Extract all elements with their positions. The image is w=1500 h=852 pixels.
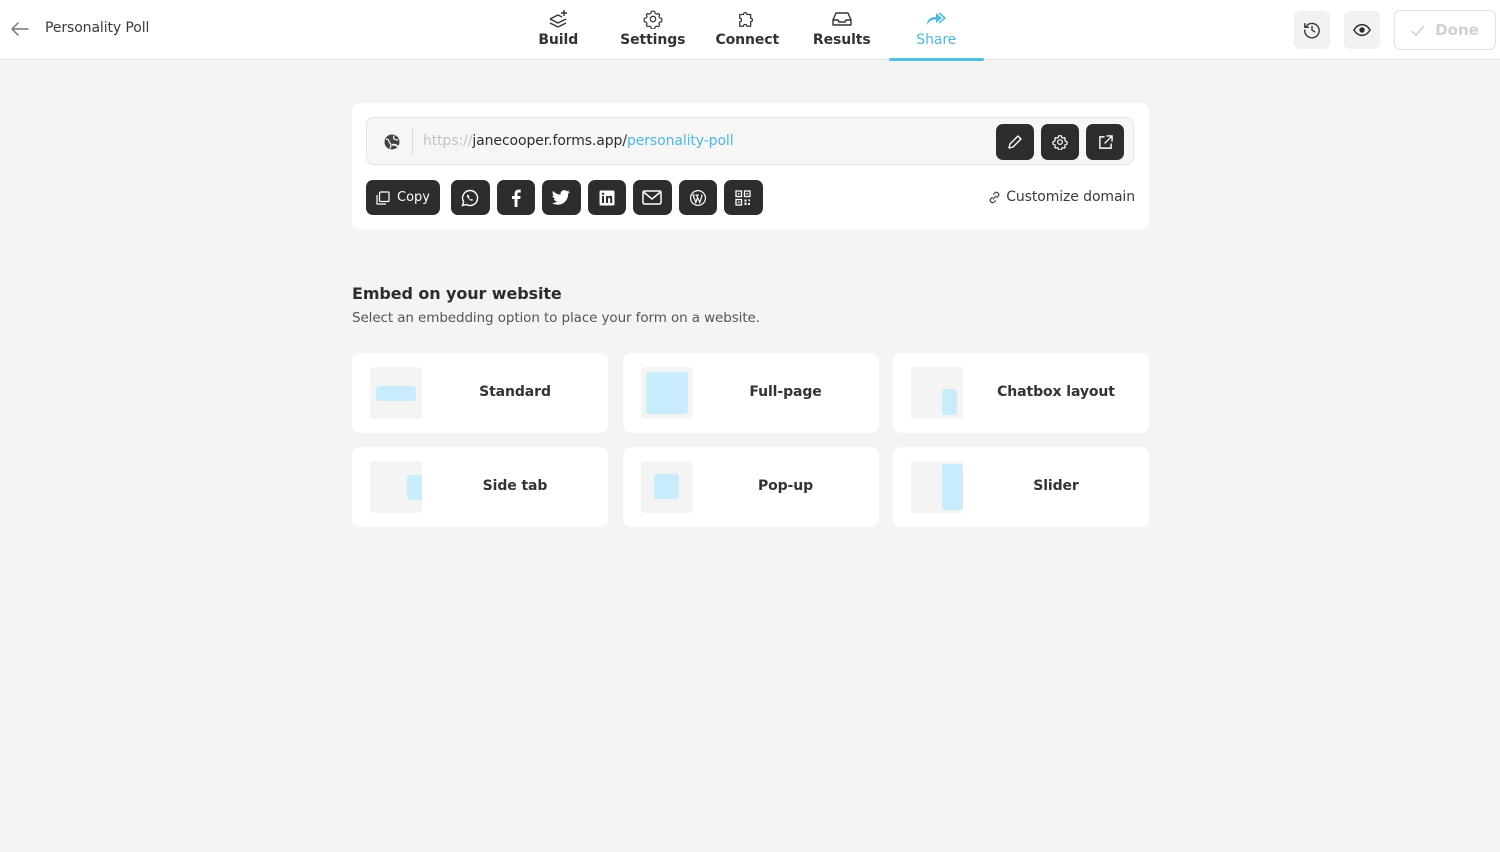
tab-connect[interactable]: Connect [700, 0, 795, 60]
share-whatsapp-button[interactable] [451, 180, 490, 215]
slider-layout-icon [911, 461, 963, 513]
facebook-icon [511, 189, 521, 207]
link-icon [989, 191, 1000, 203]
share-email-button[interactable] [633, 180, 672, 215]
twitter-icon [552, 190, 570, 205]
tab-build[interactable]: Build [511, 0, 606, 60]
puzzle-icon [736, 9, 758, 29]
embed-option-label: Full-page [749, 384, 822, 400]
wordpress-icon [689, 189, 706, 206]
full-page-layout-icon [640, 367, 693, 419]
embed-section-subtitle: Select an embedding option to place your… [352, 310, 760, 326]
url-divider [412, 128, 413, 155]
customize-domain-label: Customize domain [1006, 189, 1135, 205]
history-button[interactable] [1294, 11, 1330, 49]
copy-icon [376, 190, 390, 205]
embed-option-label: Side tab [482, 478, 548, 494]
email-icon [642, 190, 662, 205]
external-link-icon [1098, 134, 1113, 149]
copy-link-button[interactable]: Copy [366, 180, 440, 215]
pop-up-layout-icon [640, 461, 693, 513]
done-label: Done [1435, 21, 1479, 39]
embed-option-standard[interactable]: Standard [352, 353, 608, 433]
gear-icon [642, 9, 664, 29]
qr-code-icon [735, 189, 751, 206]
embed-option-pop-up[interactable]: Pop-up [622, 447, 879, 527]
embed-option-label: Pop-up [757, 478, 814, 494]
share-qr-code-button[interactable] [724, 180, 763, 215]
copy-label: Copy [397, 190, 430, 205]
layers-plus-icon [547, 9, 569, 29]
tab-label: Build [538, 32, 579, 48]
url-slug[interactable]: personality-poll [627, 133, 734, 149]
url-protocol: https:// [423, 133, 473, 149]
embed-option-chatbox[interactable]: Chatbox layout [893, 353, 1149, 433]
form-url-field[interactable]: https://janecooper.forms.app/personality… [366, 117, 1134, 165]
tab-label: Connect [715, 32, 780, 48]
share-twitter-button[interactable] [542, 180, 581, 215]
share-forward-icon [925, 9, 947, 29]
url-domain: janecooper.forms.app/ [472, 133, 627, 149]
preview-button[interactable] [1344, 11, 1380, 49]
embed-option-full-page[interactable]: Full-page [622, 353, 879, 433]
embed-section-title: Embed on your website [352, 284, 562, 303]
embed-option-slider[interactable]: Slider [893, 447, 1149, 527]
share-link-card: https://janecooper.forms.app/personality… [352, 103, 1149, 229]
share-linkedin-button[interactable] [587, 180, 626, 215]
embed-option-label: Chatbox layout [997, 384, 1115, 400]
edit-url-button[interactable] [996, 124, 1034, 160]
top-bar: Personality Poll Build Settings Connect … [0, 0, 1500, 61]
pencil-icon [1008, 135, 1022, 149]
url-settings-button[interactable] [1041, 124, 1079, 160]
open-link-button[interactable] [1086, 124, 1124, 160]
embed-option-label: Standard [479, 384, 551, 400]
embed-option-label: Slider [1033, 478, 1079, 494]
whatsapp-icon [461, 189, 479, 206]
tab-label: Settings [620, 32, 686, 48]
gear-icon [1052, 135, 1068, 150]
globe-icon [384, 134, 400, 150]
linkedin-icon [599, 190, 615, 205]
main-tabs: Build Settings Connect Results Share [511, 0, 984, 61]
customize-domain-link[interactable]: Customize domain [987, 189, 1135, 205]
share-wordpress-button[interactable] [678, 180, 717, 215]
done-button[interactable]: Done [1394, 10, 1496, 50]
tab-settings[interactable]: Settings [606, 0, 701, 60]
arrow-left-icon [11, 22, 29, 36]
tab-label: Results [812, 32, 871, 48]
standard-layout-icon [370, 367, 422, 419]
history-icon [1304, 22, 1320, 39]
share-facebook-button[interactable] [496, 180, 535, 215]
tab-results[interactable]: Results [795, 0, 890, 60]
form-url: https://janecooper.forms.app/personality… [423, 133, 734, 149]
tab-share[interactable]: Share [889, 0, 984, 61]
embed-option-side-tab[interactable]: Side tab [352, 447, 608, 527]
back-button[interactable] [10, 19, 30, 39]
inbox-icon [831, 9, 853, 29]
side-tab-layout-icon [370, 461, 422, 513]
form-title: Personality Poll [45, 20, 150, 36]
eye-icon [1353, 23, 1371, 37]
tab-label: Share [916, 32, 957, 48]
check-icon [1411, 25, 1425, 36]
chatbox-layout-icon [911, 367, 963, 419]
embed-options-grid: Standard Full-page Chatbox layout Side t… [352, 353, 1149, 527]
